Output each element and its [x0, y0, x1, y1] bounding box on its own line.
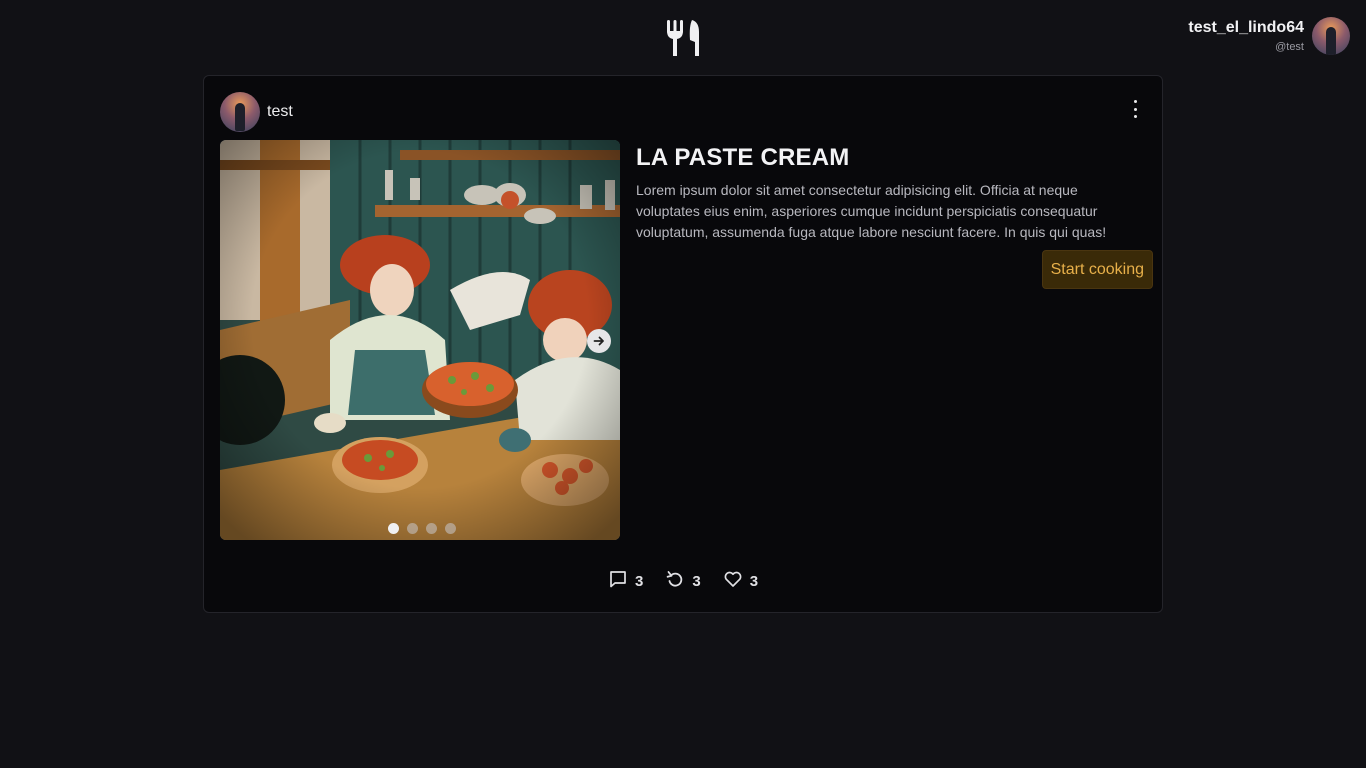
recipe-description: Lorem ipsum dolor sit amet consectetur a… [636, 182, 1107, 240]
carousel-dot[interactable] [407, 523, 418, 534]
repost-button[interactable]: 3 [665, 569, 701, 594]
avatar[interactable] [1312, 17, 1350, 55]
arrow-right-icon[interactable] [587, 329, 611, 353]
comment-count: 3 [635, 573, 644, 590]
user-handle: @test [1275, 40, 1304, 53]
repost-count: 3 [692, 573, 701, 590]
author-name: test [267, 103, 293, 120]
more-vertical-icon[interactable] [1130, 100, 1140, 118]
like-button[interactable]: 3 [723, 569, 758, 594]
start-cooking-button[interactable]: Start cooking [1041, 250, 1153, 289]
recipe-title: LA PASTE CREAM [636, 144, 850, 171]
avatar[interactable] [220, 92, 260, 132]
recipe-post-card: test LA PASTE CREAM Lorem ipsum dolor si… [203, 75, 1163, 613]
user-display-name: test_el_lindo64 [1188, 18, 1304, 36]
repost-icon [665, 569, 685, 594]
post-author[interactable]: test [220, 92, 293, 132]
like-count: 3 [749, 573, 759, 590]
comment-button[interactable]: 3 [608, 569, 643, 594]
carousel-dots [388, 523, 456, 534]
recipe-image-carousel[interactable] [220, 140, 620, 540]
fork-knife-icon[interactable] [664, 18, 702, 58]
current-user[interactable]: test_el_lindo64 @test [1188, 16, 1350, 56]
carousel-dot[interactable] [445, 523, 456, 534]
heart-icon [723, 569, 743, 594]
carousel-dot[interactable] [388, 523, 399, 534]
carousel-dot[interactable] [426, 523, 437, 534]
comment-icon [608, 569, 628, 594]
post-stats: 3 3 3 [608, 569, 758, 594]
user-info: test_el_lindo64 @test [1188, 18, 1304, 53]
recipe-image [220, 140, 620, 540]
